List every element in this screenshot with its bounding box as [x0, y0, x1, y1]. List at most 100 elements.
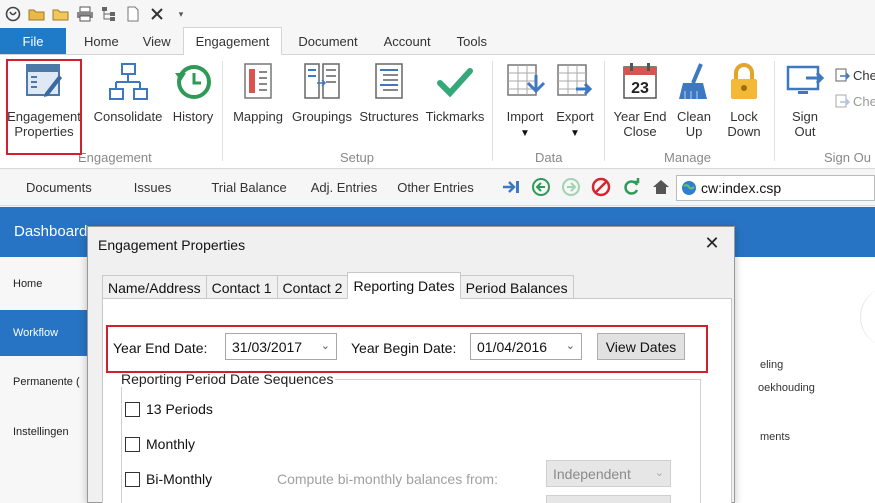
checkbox-box[interactable]: [125, 401, 140, 417]
tree-icon[interactable]: [100, 5, 118, 23]
nav-icons: [500, 176, 672, 198]
export-icon: [557, 64, 593, 96]
folder-icon[interactable]: [52, 5, 70, 23]
export-button[interactable]: Export ▼: [550, 61, 600, 141]
mapping-button[interactable]: Mapping: [228, 61, 288, 124]
compute-balances-value: Independent: [553, 465, 631, 482]
checkbox-bi-monthly[interactable]: Bi-Monthly: [125, 471, 212, 487]
ribbon-separator: [492, 61, 493, 161]
tickmarks-label: Tickmarks: [425, 109, 485, 124]
tab-home[interactable]: Home: [72, 28, 131, 54]
delete-x-icon[interactable]: [148, 5, 166, 23]
tab-contact-1[interactable]: Contact 1: [205, 275, 278, 299]
back-icon[interactable]: [530, 176, 552, 198]
group-label-sign-out: Sign Ou: [824, 150, 871, 165]
tab-period-balances[interactable]: Period Balances: [459, 275, 574, 299]
compute-balances-select[interactable]: Independent ⌄: [546, 460, 671, 487]
sign-out-button[interactable]: Sign Out: [780, 61, 830, 139]
checkbox-box[interactable]: [125, 436, 140, 452]
tab-account[interactable]: Account: [370, 28, 443, 54]
check-button-1[interactable]: Che: [834, 67, 875, 83]
nav-trial-balance[interactable]: Trial Balance: [171, 180, 286, 195]
import-label: Import: [506, 109, 544, 124]
address-bar[interactable]: cw:index.csp: [676, 175, 875, 201]
check-in-icon: [835, 68, 850, 82]
page-icon[interactable]: [124, 5, 142, 23]
tab-name-address[interactable]: Name/Address: [102, 275, 207, 299]
navigation-bar: Documents Issues Trial Balance Adj. Entr…: [0, 170, 875, 206]
tab-engagement[interactable]: Engagement: [182, 27, 283, 55]
sidebar-item-instellingen[interactable]: Instellingen: [0, 409, 90, 455]
mapping-icon: [244, 63, 272, 99]
import-icon: [507, 64, 546, 96]
sidebar-item-permanente[interactable]: Permanente (: [0, 359, 90, 405]
ribbon: Engagement Properties Consolidate Histor…: [0, 55, 875, 169]
tab-file[interactable]: File: [0, 28, 66, 54]
import-button[interactable]: Import ▼: [500, 61, 550, 141]
dialog-tabs: Name/Address Contact 1 Contact 2 Reporti…: [102, 272, 574, 299]
chevron-down-icon: ⌄: [654, 467, 664, 479]
groupings-icon: [304, 63, 340, 99]
highlight-engagement-properties: [6, 59, 82, 155]
disabled-select-2[interactable]: [546, 495, 671, 503]
sync-arrow-icon[interactable]: [500, 176, 522, 198]
nav-other-entries[interactable]: Other Entries: [377, 180, 474, 195]
tickmarks-icon: [437, 68, 473, 98]
clean-up-button[interactable]: Clean Up: [670, 61, 718, 139]
lock-down-button[interactable]: Lock Down: [720, 61, 768, 139]
checkbox-bi-monthly-label: Bi-Monthly: [146, 471, 213, 487]
lock-down-label-1: Lock: [730, 109, 758, 124]
open-folder-icon[interactable]: [28, 5, 46, 23]
calendar-icon: 23: [623, 63, 657, 99]
groupings-button[interactable]: Groupings: [288, 61, 356, 124]
tab-view[interactable]: View: [131, 28, 183, 54]
import-dropdown-icon: ▼: [520, 128, 530, 139]
year-end-close-label-2: Close: [623, 124, 657, 139]
structures-button[interactable]: Structures: [356, 61, 422, 124]
export-dropdown-icon: ▼: [570, 128, 580, 139]
checkbox-monthly-label: Monthly: [146, 436, 196, 452]
nav-documents[interactable]: Documents: [0, 180, 92, 195]
highlight-reporting-dates: [106, 325, 708, 373]
consolidate-button[interactable]: Consolidate: [92, 61, 164, 124]
compute-balances-label: Compute bi-monthly balances from:: [277, 471, 498, 487]
checkbox-monthly[interactable]: Monthly: [125, 436, 195, 452]
close-icon[interactable]: ✕: [702, 233, 722, 253]
history-button[interactable]: History: [166, 61, 220, 124]
app-logo-icon[interactable]: [4, 5, 22, 23]
sidebar-item-workflow[interactable]: Workflow: [0, 310, 90, 356]
forward-icon[interactable]: [560, 176, 582, 198]
ribbon-tabs: File Home View Engagement Document Accou…: [0, 27, 875, 55]
tab-tools[interactable]: Tools: [443, 28, 499, 54]
tab-reporting-dates[interactable]: Reporting Dates: [347, 272, 461, 299]
tab-contact-2[interactable]: Contact 2: [276, 275, 349, 299]
calendar-day: 23: [631, 80, 649, 97]
background-decoration: [860, 287, 875, 347]
check-label-1: Che: [853, 67, 875, 83]
year-end-close-button[interactable]: 23 Year End Close: [610, 61, 670, 139]
print-icon[interactable]: [76, 5, 94, 23]
checkbox-box[interactable]: [125, 471, 140, 487]
group-label-engagement: Engagement: [78, 150, 152, 165]
stop-icon[interactable]: [590, 176, 612, 198]
sidebar-item-home[interactable]: Home: [0, 261, 90, 307]
export-label: Export: [556, 109, 594, 124]
nav-adj-entries[interactable]: Adj. Entries: [287, 180, 377, 195]
nav-issues[interactable]: Issues: [92, 180, 172, 195]
refresh-icon[interactable]: [620, 176, 642, 198]
history-icon: [175, 65, 211, 99]
lock-down-label-2: Down: [727, 124, 761, 139]
checkbox-13-periods[interactable]: 13 Periods: [125, 401, 213, 417]
mapping-label: Mapping: [233, 109, 283, 124]
home-icon[interactable]: [650, 176, 672, 198]
tab-document[interactable]: Document: [282, 28, 369, 54]
clean-up-label-1: Clean: [677, 109, 711, 124]
sign-out-icon: [786, 65, 825, 94]
tickmarks-button[interactable]: Tickmarks: [422, 61, 488, 124]
customize-dropdown-icon[interactable]: ▾: [172, 5, 190, 23]
check-button-2[interactable]: Che: [834, 93, 875, 109]
globe-icon: [682, 181, 696, 195]
broom-icon: [679, 63, 707, 99]
reporting-dates-panel: Year End Date: 31/03/2017 ⌄ Year Begin D…: [102, 298, 732, 503]
group-label-setup: Setup: [340, 150, 374, 165]
